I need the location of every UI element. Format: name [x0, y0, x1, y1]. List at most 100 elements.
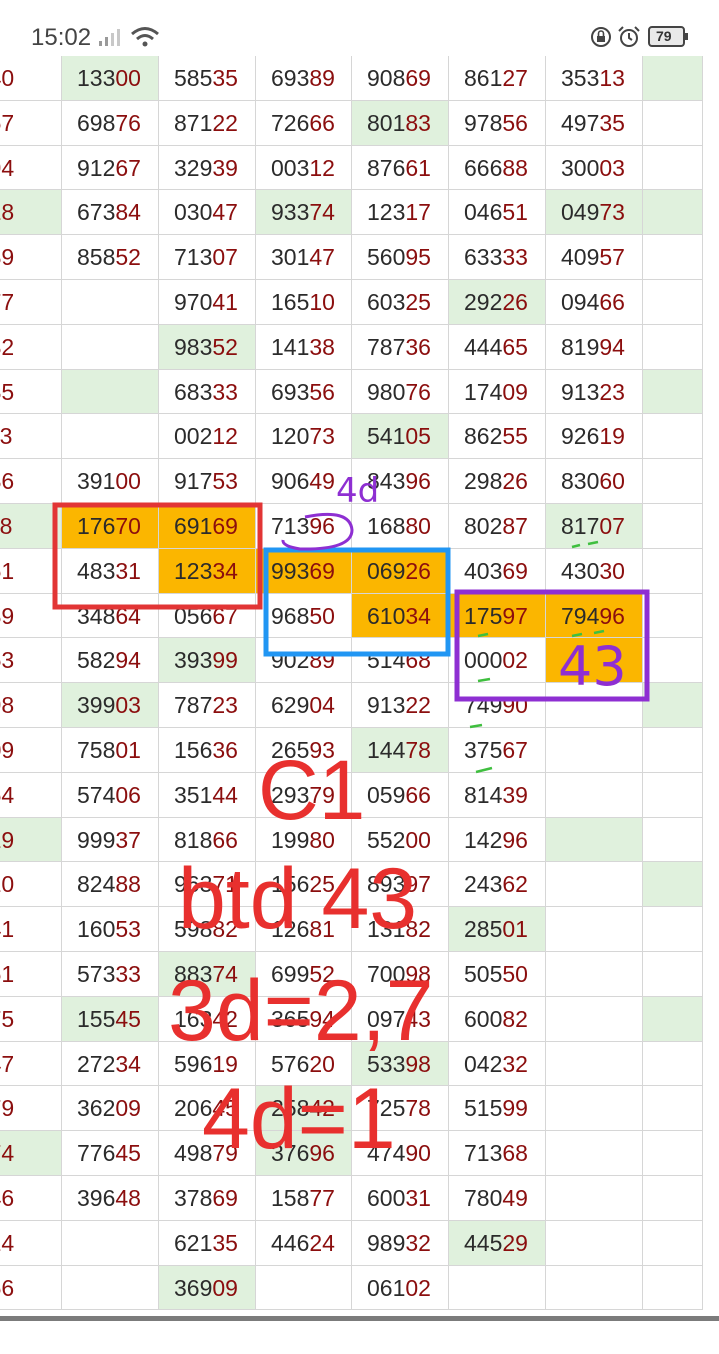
- table-cell: [643, 324, 703, 370]
- table-cell: 09466: [546, 280, 643, 325]
- table-cell: [546, 1041, 643, 1087]
- table-cell: 79496: [546, 593, 643, 639]
- table-cell: 1661: [0, 952, 62, 997]
- table-cell: 56095: [352, 235, 449, 280]
- table-cell: 06102: [352, 1265, 449, 1311]
- table-cell: [62, 1220, 159, 1266]
- table-cell: 62904: [256, 683, 352, 728]
- table-cell: [643, 593, 703, 639]
- table-cell: 80183: [352, 100, 449, 146]
- table-cell: 69356: [256, 369, 352, 415]
- table-cell: 81994: [546, 324, 643, 370]
- table-cell: 85852: [62, 235, 159, 280]
- table-cell: 74990: [449, 683, 546, 728]
- table-cell: [546, 817, 643, 863]
- table-cell: [449, 1265, 546, 1311]
- table-cell: 91323: [546, 369, 643, 415]
- table-cell: [546, 1131, 643, 1176]
- table-cell: 26593: [256, 728, 352, 773]
- table-cell: 71307: [159, 235, 256, 280]
- table-cell: 28501: [449, 907, 546, 952]
- table-cell: 3524: [0, 1220, 62, 1266]
- table-cell: 7441: [0, 907, 62, 952]
- table-cell: 39648: [62, 1176, 159, 1221]
- table-cell: 87661: [352, 145, 449, 191]
- wifi-icon: [131, 27, 159, 47]
- table-cell: 17597: [449, 593, 546, 639]
- table-cell: 60325: [352, 280, 449, 325]
- table-cell: 9618: [0, 190, 62, 236]
- table-cell: [643, 1265, 703, 1311]
- table-cell: 66688: [449, 145, 546, 191]
- table-cell: 78736: [352, 324, 449, 370]
- table-cell: 57333: [62, 952, 159, 997]
- table-cell: 72578: [352, 1086, 449, 1132]
- table-cell: 53398: [352, 1041, 449, 1087]
- table-cell: 88374: [159, 952, 256, 997]
- table-cell: 98352: [159, 324, 256, 370]
- table-cell: [643, 952, 703, 997]
- table-cell: [643, 369, 703, 415]
- table-cell: 25842: [256, 1086, 352, 1132]
- table-cell: 3586: [0, 459, 62, 504]
- table-cell: 17409: [449, 369, 546, 415]
- table-cell: 37696: [256, 1131, 352, 1176]
- table-cell: 20645: [159, 1086, 256, 1132]
- table-cell: 69952: [256, 952, 352, 997]
- table-cell: 15545: [62, 996, 159, 1042]
- table-cell: 36909: [159, 1265, 256, 1311]
- table-cell: 17670: [62, 504, 159, 549]
- table-cell: 19980: [256, 817, 352, 863]
- table-cell: 16880: [352, 504, 449, 549]
- table-cell: 5553: [0, 638, 62, 684]
- table-cell: 43030: [546, 548, 643, 594]
- table-cell: 78049: [449, 1176, 546, 1221]
- table-cell: 84396: [352, 459, 449, 504]
- table-cell: 92619: [546, 414, 643, 460]
- status-bar: 15:02 79: [0, 0, 719, 56]
- table-cell: 5910: [0, 862, 62, 908]
- table-cell: 3267: [0, 100, 62, 146]
- table-cell: 15636: [159, 728, 256, 773]
- table-cell: 91267: [62, 145, 159, 191]
- table-cell: 68333: [159, 369, 256, 415]
- table-cell: 34864: [62, 593, 159, 639]
- table-cell: [643, 772, 703, 818]
- table-cell: 0964: [0, 772, 62, 818]
- table-cell: 61034: [352, 593, 449, 639]
- table-cell: 81707: [546, 504, 643, 549]
- table-cell: [643, 145, 703, 191]
- clock: 15:02: [31, 24, 92, 51]
- table-cell: [643, 1220, 703, 1266]
- table-cell: 71396: [256, 504, 352, 549]
- table-cell: [546, 952, 643, 997]
- table-cell: 4998: [0, 683, 62, 728]
- table-cell: 0240: [0, 56, 62, 101]
- battery-level: 79: [656, 28, 672, 44]
- table-cell: [643, 190, 703, 236]
- table-cell: 44624: [256, 1220, 352, 1266]
- table-cell: 12317: [352, 190, 449, 236]
- table-cell: [643, 459, 703, 504]
- table-cell: [546, 772, 643, 818]
- table-cell: 00312: [256, 145, 352, 191]
- table-cell: 40957: [546, 235, 643, 280]
- table-cell: 32939: [159, 145, 256, 191]
- table-cell: 67384: [62, 190, 159, 236]
- table-cell: [546, 638, 643, 684]
- table-cell: 81439: [449, 772, 546, 818]
- table-cell: 04651: [449, 190, 546, 236]
- table-cell: 72666: [256, 100, 352, 146]
- table-cell: [643, 996, 703, 1042]
- table-cell: 13300: [62, 56, 159, 101]
- alarm-clock-icon: [618, 26, 640, 47]
- table-cell: 3285: [0, 369, 62, 415]
- table-cell: [643, 1086, 703, 1132]
- table-cell: 12681: [256, 907, 352, 952]
- table-cell: 29826: [449, 459, 546, 504]
- table-cell: [643, 1176, 703, 1221]
- table-cell: 27234: [62, 1041, 159, 1087]
- table-cell: 93374: [256, 190, 352, 236]
- table-cell: 86255: [449, 414, 546, 460]
- table-cell: 5539: [0, 593, 62, 639]
